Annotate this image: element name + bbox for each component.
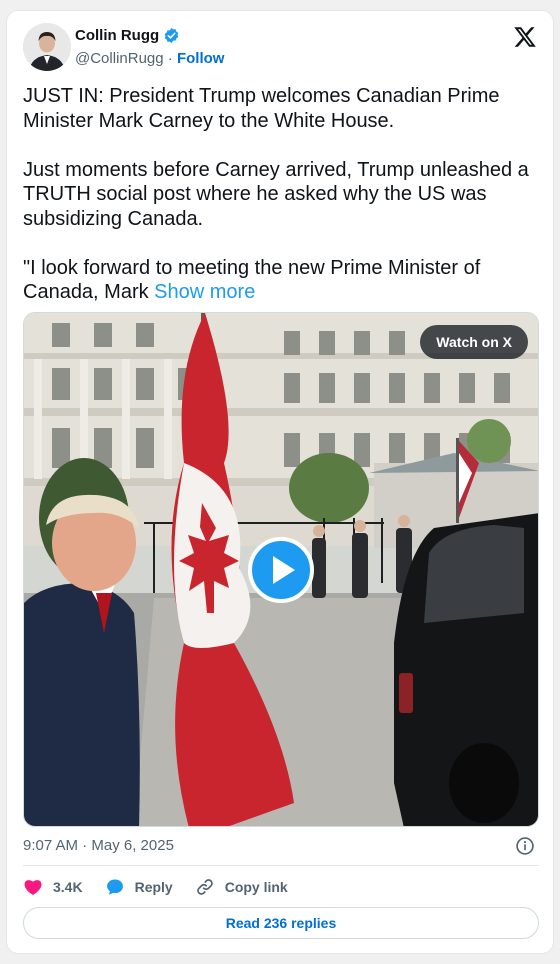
play-button[interactable] [248,537,314,603]
video-media[interactable]: Watch on X [23,312,539,827]
avatar[interactable] [23,23,71,71]
verified-icon [164,28,179,43]
tweet-text: JUST IN: President Trump welcomes Canadi… [23,84,539,305]
show-more-link[interactable]: Show more [154,281,255,303]
like-button[interactable]: 3.4K [23,877,83,897]
tweet-card: Collin Rugg @CollinRugg · Follow JUST IN… [6,10,554,954]
read-replies-button[interactable]: Read 236 replies [23,907,539,939]
play-icon [273,556,295,584]
reply-icon [106,879,123,895]
heart-icon [24,880,42,895]
follow-button[interactable]: Follow [177,50,225,67]
copy-link-label: Copy link [224,879,288,895]
author-name-row: Collin Rugg [75,27,180,44]
author-name[interactable]: Collin Rugg [75,27,159,44]
author-handle-row: @CollinRugg · Follow [75,50,224,67]
x-logo-icon[interactable] [513,25,537,49]
divider [23,865,539,866]
author-handle[interactable]: @CollinRugg [75,50,164,67]
watch-on-x-button[interactable]: Watch on X [420,325,528,359]
reply-label: Reply [134,879,173,895]
handle-separator: · [163,50,177,67]
avatar-image [23,23,71,71]
action-bar: 3.4K Reply Copy link [23,875,288,899]
link-icon [196,879,213,895]
reply-button[interactable]: Reply [105,877,173,897]
tweet-body: JUST IN: President Trump welcomes Canadi… [23,85,529,303]
info-icon[interactable] [515,836,535,856]
like-count: 3.4K [53,879,83,895]
post-timestamp[interactable]: 9:07 AM · May 6, 2025 [23,837,174,854]
copy-link-button[interactable]: Copy link [195,877,288,897]
